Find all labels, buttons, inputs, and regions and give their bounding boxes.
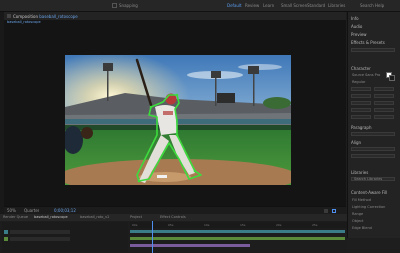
playhead[interactable] xyxy=(152,221,153,253)
workspace-small-screen[interactable]: Small Screen xyxy=(281,3,307,8)
mask-visibility-icon[interactable] xyxy=(332,209,336,213)
tab-composition[interactable]: Composition baseball_rotoscope xyxy=(13,14,78,19)
tab-baseball-rotoscope[interactable]: baseball_rotoscope xyxy=(34,215,68,220)
tab-effect-controls[interactable]: Effect Controls xyxy=(160,215,186,220)
search-help-input[interactable]: Search Help xyxy=(360,3,384,8)
workspace-learn[interactable]: Learn xyxy=(263,3,274,8)
fill-option-range[interactable]: Range xyxy=(352,212,363,216)
font-style-dropdown[interactable]: Regular xyxy=(352,80,365,84)
workspace-default[interactable]: Default xyxy=(227,3,242,8)
eraser-icon[interactable] xyxy=(88,3,93,18)
vertical-scale-field[interactable] xyxy=(351,108,371,112)
tracking-field[interactable] xyxy=(374,94,394,98)
video-frame[interactable] xyxy=(58,55,298,195)
leading-field[interactable] xyxy=(374,87,394,91)
hand-icon[interactable] xyxy=(18,3,23,18)
fill-option-edge-blend[interactable]: Edge Blend xyxy=(352,226,372,230)
composition-footer: 50% Quarter 0;00;03;12 xyxy=(4,206,346,214)
preview-title[interactable]: Preview xyxy=(351,32,367,37)
rotate-icon[interactable] xyxy=(32,3,37,18)
roto-brush-icon[interactable] xyxy=(95,3,100,18)
stroke-width-field[interactable] xyxy=(351,101,371,105)
effects-search-input[interactable] xyxy=(351,48,395,52)
zoom-level[interactable]: 50% xyxy=(7,208,16,213)
layer-2-label-color xyxy=(4,237,8,241)
rectangle-icon[interactable] xyxy=(53,3,58,18)
pan-behind-icon[interactable] xyxy=(46,3,51,18)
ruler-label: 20s xyxy=(276,223,282,227)
libraries-title[interactable]: Libraries xyxy=(351,170,368,175)
paragraph-title[interactable]: Paragraph xyxy=(351,125,372,130)
fill-option-method[interactable]: Fill Method xyxy=(352,198,371,202)
puppet-pin-icon[interactable] xyxy=(102,3,107,18)
right-panel: Info Audio Preview Effects & Presets Cha… xyxy=(347,12,400,238)
align-buttons-row[interactable] xyxy=(351,147,395,151)
home-icon[interactable] xyxy=(4,3,9,18)
current-timecode[interactable]: 0;00;03;12 xyxy=(54,208,76,213)
font-family-dropdown[interactable]: Source Sans Pro xyxy=(352,73,380,77)
composition-tab-bar: Composition baseball_rotoscope baseball_… xyxy=(4,12,346,24)
distribute-buttons-row[interactable] xyxy=(351,154,395,158)
font-size-field[interactable] xyxy=(351,87,371,91)
lock-icon[interactable] xyxy=(7,14,11,18)
tab-project[interactable]: Project xyxy=(130,215,142,220)
baseline-shift-field[interactable] xyxy=(351,115,371,119)
zoom-icon[interactable] xyxy=(25,3,30,18)
layer-1-label-color xyxy=(4,230,8,234)
tab-baseball-roto-v2[interactable]: baseball_roto_v2 xyxy=(80,215,109,220)
ruler-label: 10s xyxy=(204,223,210,227)
workspace-libraries[interactable]: Libraries xyxy=(328,3,345,8)
snapping-checkbox[interactable] xyxy=(112,3,117,8)
ruler-label: 15s xyxy=(240,223,246,227)
comp-breadcrumb[interactable]: baseball_rotoscope xyxy=(7,20,41,24)
camera-icon[interactable] xyxy=(39,3,44,18)
paragraph-alignment-row[interactable] xyxy=(351,132,395,136)
toolbar: Snapping Default Review Learn Small Scre… xyxy=(0,0,400,18)
layer-bar-1[interactable] xyxy=(130,230,345,233)
selection-icon[interactable] xyxy=(11,3,16,18)
fill-option-object[interactable]: Object xyxy=(352,219,363,223)
layer-2-row[interactable] xyxy=(10,237,70,241)
character-title[interactable]: Character xyxy=(351,66,371,71)
info-title[interactable]: Info xyxy=(351,16,359,21)
type-icon[interactable] xyxy=(67,3,72,18)
layer-1-row[interactable] xyxy=(10,230,70,234)
snapping-label: Snapping xyxy=(119,3,138,8)
grid-icon[interactable] xyxy=(324,209,328,213)
ruler-label: 00s xyxy=(132,223,138,227)
ruler-label: 05s xyxy=(168,223,174,227)
stroke-color-swatch[interactable] xyxy=(389,75,395,81)
clone-stamp-icon[interactable] xyxy=(81,3,86,18)
tab-render-queue[interactable]: Render Queue xyxy=(3,215,28,220)
search-icon[interactable] xyxy=(352,3,357,18)
resolution-dropdown[interactable]: Quarter xyxy=(24,208,39,213)
horizontal-scale-field[interactable] xyxy=(374,108,394,112)
stroke-mode-dropdown[interactable] xyxy=(374,101,394,105)
effects-presets-title[interactable]: Effects & Presets xyxy=(351,40,385,45)
layer-bar-3[interactable] xyxy=(130,244,250,247)
audio-title[interactable]: Audio xyxy=(351,24,362,29)
layer-bar-2[interactable] xyxy=(130,237,345,240)
ruler-label: 25s xyxy=(312,223,318,227)
content-aware-fill-title[interactable]: Content-Aware Fill xyxy=(351,190,387,195)
workspace-review[interactable]: Review xyxy=(245,3,259,8)
workspace-standard[interactable]: Standard xyxy=(307,3,325,8)
pen-icon[interactable] xyxy=(60,3,65,18)
tsume-field[interactable] xyxy=(374,115,394,119)
fill-option-lighting[interactable]: Lighting Correction xyxy=(352,205,385,209)
libraries-search-placeholder: Search Libraries xyxy=(354,177,383,181)
composition-viewer[interactable] xyxy=(4,20,346,206)
align-title[interactable]: Align xyxy=(351,140,361,145)
brush-icon[interactable] xyxy=(74,3,79,18)
kerning-field[interactable] xyxy=(351,94,371,98)
